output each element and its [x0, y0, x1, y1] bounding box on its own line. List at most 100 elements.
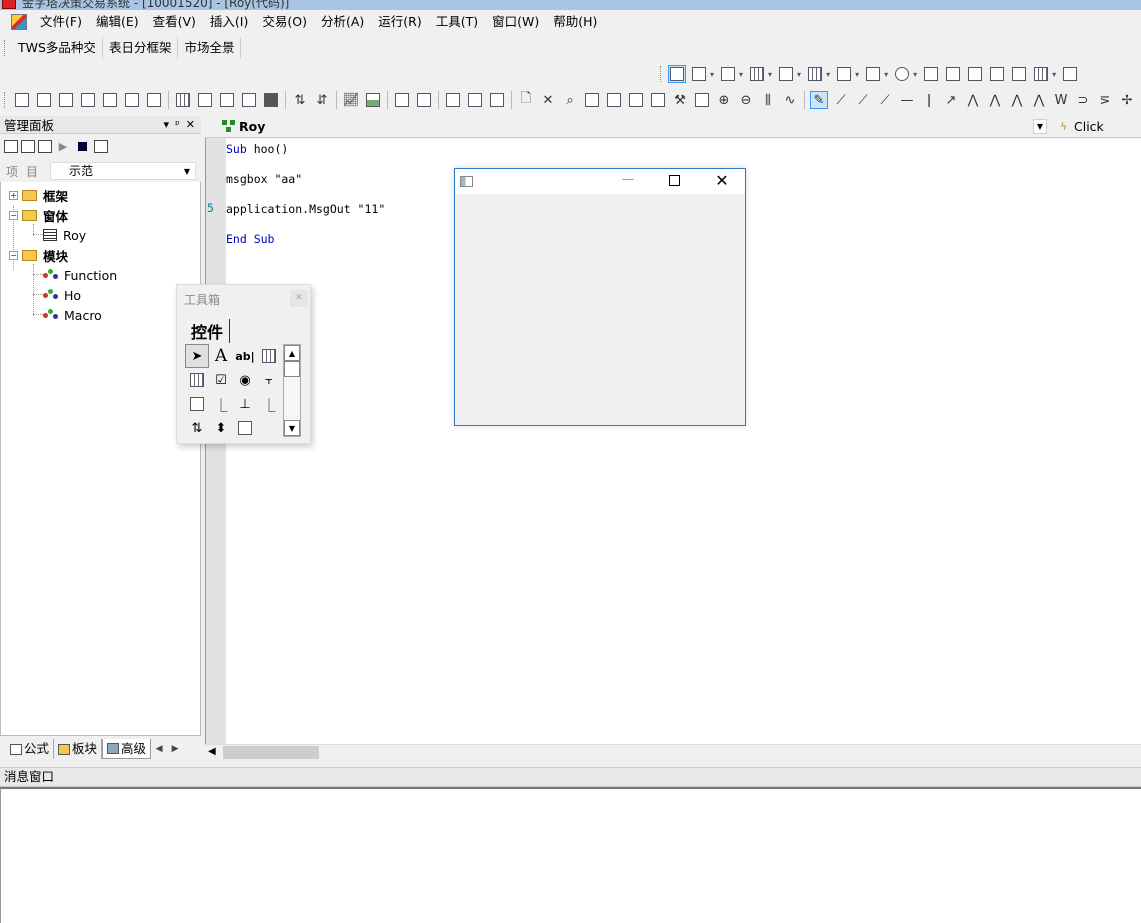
- fan-icon[interactable]: ⋝: [1096, 91, 1114, 109]
- scrollbar-thumb[interactable]: [284, 361, 300, 377]
- collapse-icon[interactable]: −: [9, 250, 18, 260]
- sort-descending-icon[interactable]: ⇵: [313, 91, 331, 109]
- arc-icon[interactable]: ⊃: [1074, 91, 1092, 109]
- menu-view[interactable]: 查看(V): [146, 11, 203, 33]
- polyline-icon[interactable]: ⋀: [964, 91, 982, 109]
- menu-window[interactable]: 窗口(W): [485, 11, 546, 33]
- edit-formula-icon[interactable]: [35, 91, 53, 109]
- layers-icon[interactable]: [1010, 65, 1028, 83]
- pin-icon[interactable]: ᵖ: [175, 118, 180, 131]
- segment-tool-icon[interactable]: ⟋: [876, 91, 894, 109]
- close-icon[interactable]: ✕: [186, 118, 195, 131]
- tabstrip-tool-icon[interactable]: [185, 392, 209, 416]
- quote-icon[interactable]: [393, 91, 411, 109]
- image-tool-icon[interactable]: [233, 416, 257, 440]
- dropdown-arrow-icon[interactable]: ▾: [797, 70, 801, 79]
- plugin-icon[interactable]: [123, 91, 141, 109]
- tab-scroll-left-icon[interactable]: ◀: [151, 744, 167, 754]
- pointer-tool-icon[interactable]: ➤: [185, 344, 209, 368]
- scrollbar-thumb[interactable]: [223, 746, 319, 759]
- minimize-button[interactable]: —: [617, 172, 639, 190]
- tab-advanced[interactable]: 高级: [102, 739, 152, 759]
- menu-tools[interactable]: 工具(T): [429, 11, 485, 33]
- ellipse-icon[interactable]: [893, 65, 911, 83]
- format-icon[interactable]: [649, 91, 667, 109]
- radio-tool-icon[interactable]: ◉: [233, 368, 257, 392]
- tree-node-form-roy[interactable]: Roy: [43, 226, 86, 244]
- close-button[interactable]: ✕: [711, 171, 733, 191]
- print-preview-icon[interactable]: [627, 91, 645, 109]
- pen-icon[interactable]: ✎: [810, 91, 828, 109]
- new-document-icon[interactable]: 🗋︎: [517, 91, 535, 109]
- menu-trade[interactable]: 交易(O): [255, 11, 314, 33]
- line-chart-icon[interactable]: 📈︎: [342, 91, 360, 109]
- replace-icon[interactable]: [583, 91, 601, 109]
- export-icon[interactable]: [101, 91, 119, 109]
- dropdown-arrow-icon[interactable]: ▾: [710, 70, 714, 79]
- zoom-out-icon[interactable]: ⊖: [737, 91, 755, 109]
- dropdown-arrow-icon[interactable]: ▾: [855, 70, 859, 79]
- message-window-content[interactable]: [0, 787, 1141, 923]
- dropdown-arrow-icon[interactable]: ▾: [768, 70, 772, 79]
- toolbox-close-button[interactable]: ✕: [290, 290, 308, 307]
- import-icon[interactable]: [79, 91, 97, 109]
- find-icon[interactable]: ⌕: [561, 91, 579, 109]
- wave-pattern-icon[interactable]: ⋀: [1008, 91, 1026, 109]
- menu-help[interactable]: 帮助(H): [546, 11, 604, 33]
- run-icon[interactable]: ▶: [55, 140, 71, 153]
- panel-menu-icon[interactable]: ▾: [164, 118, 170, 131]
- frame-tool-icon[interactable]: [185, 368, 209, 392]
- hslider-tool-icon[interactable]: ⊥: [233, 392, 257, 416]
- tab-scroll-right-icon[interactable]: ▶: [167, 744, 183, 754]
- zigzag-icon[interactable]: ⋀: [986, 91, 1004, 109]
- toolbox-tab-controls[interactable]: 控件: [185, 319, 231, 343]
- expand-icon[interactable]: +: [9, 190, 18, 200]
- window-layout-icon[interactable]: [719, 65, 737, 83]
- delete-icon[interactable]: ✕: [539, 91, 557, 109]
- form-preview-window[interactable]: — ✕: [454, 168, 746, 426]
- clipboard-icon[interactable]: [488, 91, 506, 109]
- textbox-tool-icon[interactable]: ab|: [233, 344, 257, 368]
- horizontal-line-icon[interactable]: —: [898, 91, 916, 109]
- dropdown-arrow-icon[interactable]: ▾: [739, 70, 743, 79]
- scroll-left-icon[interactable]: ◀: [208, 746, 216, 757]
- tree-node-framework[interactable]: + 框架: [9, 186, 68, 204]
- ray-tool-icon[interactable]: ⟋: [854, 91, 872, 109]
- new-formula-icon[interactable]: [13, 91, 31, 109]
- formula-manager-icon[interactable]: [57, 91, 75, 109]
- eraser-icon[interactable]: [988, 65, 1006, 83]
- toolbox-scrollbar[interactable]: ▲ ▼: [283, 344, 301, 437]
- text-tool-icon[interactable]: [922, 65, 940, 83]
- label-tool-icon[interactable]: A: [209, 344, 233, 368]
- select-mode-icon[interactable]: [668, 65, 686, 83]
- cross-icon[interactable]: ✢: [1118, 91, 1136, 109]
- vslider-tool-icon[interactable]: ⎿: [257, 392, 281, 416]
- list-view-icon[interactable]: [196, 91, 214, 109]
- menu-edit[interactable]: 编辑(E): [89, 11, 146, 33]
- columns-icon[interactable]: [748, 65, 766, 83]
- alert-icon[interactable]: [145, 91, 163, 109]
- stop-icon[interactable]: [78, 141, 87, 151]
- menu-insert[interactable]: 插入(I): [203, 11, 255, 33]
- sort-ascending-icon[interactable]: ⇅: [291, 91, 309, 109]
- maximize-button[interactable]: [669, 175, 680, 186]
- menu-analysis[interactable]: 分析(A): [314, 11, 371, 33]
- detail-view-icon[interactable]: [218, 91, 236, 109]
- quick-tab-daily-frame[interactable]: 表日分框架: [103, 37, 179, 59]
- toolbar-grip[interactable]: [660, 66, 663, 82]
- panel-view-icon[interactable]: [240, 91, 258, 109]
- properties-icon[interactable]: [4, 139, 18, 153]
- tree-node-module-function[interactable]: Function: [43, 266, 117, 284]
- w-pattern-icon[interactable]: W: [1052, 91, 1070, 109]
- editor-horizontal-scrollbar[interactable]: ◀: [205, 744, 1141, 760]
- tree-node-modules[interactable]: − 模块: [9, 246, 68, 264]
- updown-tool-icon[interactable]: ⬍: [209, 416, 233, 440]
- table-icon[interactable]: [1032, 65, 1050, 83]
- toolbox-panel[interactable]: 工具箱 ✕ 控件 ➤ A ab| ☑ ◉ ⫟ ⎿ ⊥ ⎿ ⇅ ⬍ ▲ ▼: [176, 284, 311, 444]
- scroll-view-icon[interactable]: [262, 91, 280, 109]
- quick-tab-tws[interactable]: TWS多品种交: [12, 37, 103, 59]
- rectangle-icon[interactable]: [864, 65, 882, 83]
- combo-tool-icon[interactable]: ⫟: [257, 368, 281, 392]
- project-select[interactable]: 示范 ▼: [50, 162, 196, 180]
- event-dropdown[interactable]: Click: [1074, 119, 1104, 134]
